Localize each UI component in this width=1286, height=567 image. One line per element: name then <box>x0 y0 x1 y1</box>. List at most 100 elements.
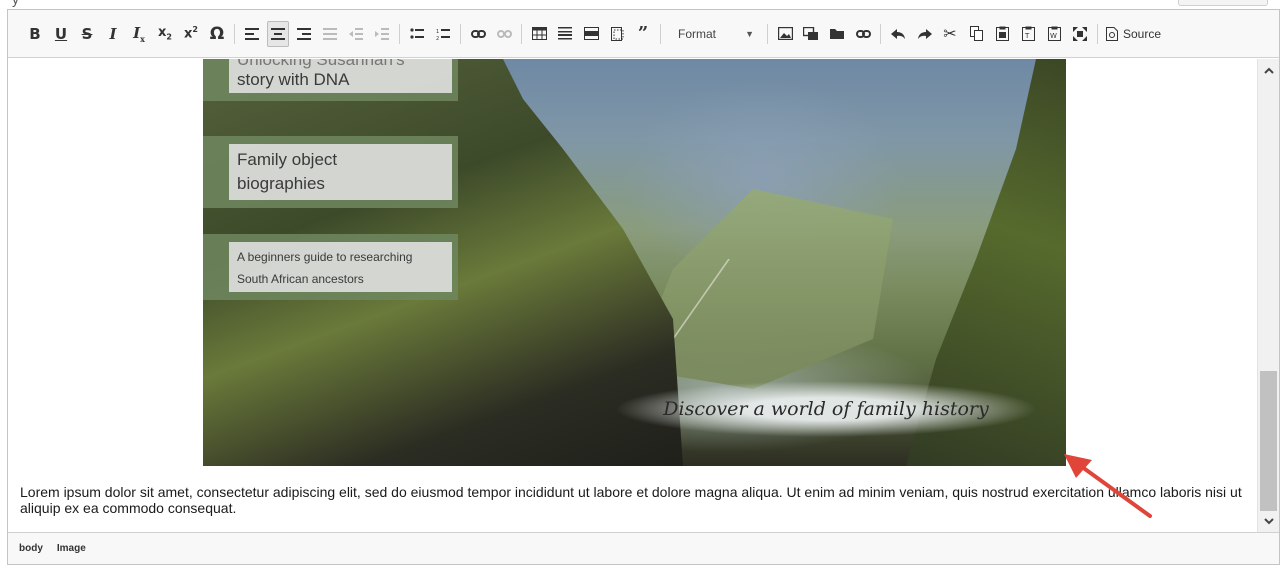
svg-text:2: 2 <box>436 36 439 40</box>
format-dropdown-label: Format <box>678 26 717 41</box>
toolbar-separator <box>660 23 661 44</box>
subscript-button[interactable]: x2 <box>154 21 176 47</box>
bold-button[interactable]: B <box>24 21 46 47</box>
align-center-button[interactable] <box>267 20 289 47</box>
strikethrough-icon: S <box>81 24 93 43</box>
undo-button[interactable] <box>887 21 909 47</box>
align-center-icon <box>271 27 285 40</box>
image-properties-button[interactable] <box>800 21 822 47</box>
image-nav-text: Unlocking Susannah's <box>237 59 405 69</box>
editor-content-area[interactable]: Unlocking Susannah's story with DNA Fami… <box>8 59 1257 532</box>
link-icon <box>470 29 486 38</box>
format-dropdown[interactable]: Format ▼ <box>668 22 760 46</box>
svg-text:1: 1 <box>436 29 439 35</box>
copy-button[interactable] <box>965 21 987 47</box>
image-tagline: Discover a world of family history <box>611 379 1041 439</box>
horizontal-line-icon <box>558 27 572 40</box>
strikethrough-button[interactable]: S <box>76 21 98 47</box>
indent-button[interactable] <box>371 21 393 47</box>
div-container-icon <box>583 27 599 40</box>
source-icon <box>1106 26 1118 41</box>
editor-scrollbar[interactable] <box>1257 59 1279 532</box>
image-properties-icon <box>803 26 818 40</box>
rich-text-editor: B U S I Ix x2 x2 Ω 12 ” Format ▼ ✂ T W S… <box>7 9 1280 565</box>
div-container-button[interactable] <box>580 21 602 47</box>
header-label-fragment: y <box>12 0 19 7</box>
embed-button[interactable] <box>852 21 874 47</box>
embedded-banner-image[interactable]: Unlocking Susannah's story with DNA Fami… <box>203 59 1066 466</box>
unlink-icon <box>496 29 512 38</box>
toolbar-separator <box>1097 23 1098 44</box>
image-icon <box>777 27 793 40</box>
justify-icon <box>323 27 337 40</box>
element-path-bar: body Image <box>8 532 1279 564</box>
header-button-fragment[interactable] <box>1178 0 1268 6</box>
numbered-list-button[interactable]: 12 <box>432 21 454 47</box>
paste-text-button[interactable]: T <box>1017 21 1039 47</box>
table-button[interactable] <box>528 21 550 47</box>
iframe-button[interactable] <box>606 21 628 47</box>
cut-icon: ✂ <box>943 24 957 43</box>
path-item-body[interactable]: body <box>16 541 46 556</box>
toolbar-separator <box>521 23 522 44</box>
paste-word-button[interactable]: W <box>1043 21 1065 47</box>
maximize-icon <box>1073 26 1087 41</box>
body-paragraph[interactable]: Lorem ipsum dolor sit amet, consectetur … <box>20 484 1245 516</box>
image-nav-text: A beginners guide to researching <box>237 250 413 264</box>
bulleted-list-button[interactable] <box>406 21 428 47</box>
image-nav-text: South African ancestors <box>237 272 364 286</box>
copy-icon <box>969 26 983 41</box>
maximize-button[interactable] <box>1069 21 1091 47</box>
superscript-icon: x2 <box>184 25 198 42</box>
source-button-label: Source <box>1123 26 1162 41</box>
paste-word-icon: W <box>1047 26 1061 41</box>
media-icon <box>830 29 844 39</box>
page-header-fragment: y <box>0 0 1286 9</box>
align-right-button[interactable] <box>293 21 315 47</box>
paste-text-icon: T <box>1021 26 1035 41</box>
scrollbar-thumb[interactable] <box>1260 371 1277 511</box>
superscript-button[interactable]: x2 <box>180 21 202 47</box>
paste-icon <box>995 26 1009 41</box>
toolbar-separator <box>767 23 768 44</box>
image-nav-item: Family object biographies <box>203 136 458 208</box>
redo-icon <box>917 28 932 39</box>
align-left-button[interactable] <box>241 21 263 47</box>
image-nav-item: A beginners guide to researching South A… <box>203 234 458 300</box>
indent-icon <box>375 27 389 40</box>
media-button[interactable] <box>826 21 848 47</box>
image-nav-item: Unlocking Susannah's story with DNA <box>203 59 458 101</box>
toolbar-separator <box>460 23 461 44</box>
italic-button[interactable]: I <box>102 21 124 47</box>
underline-button[interactable]: U <box>50 21 72 47</box>
blockquote-button[interactable]: ” <box>632 21 654 47</box>
outdent-icon <box>349 27 363 40</box>
align-left-icon <box>245 27 259 40</box>
svg-text:W: W <box>1050 32 1057 40</box>
redo-button[interactable] <box>913 21 935 47</box>
toolbar-separator <box>880 23 881 44</box>
scroll-up-button[interactable] <box>1258 61 1279 79</box>
numbered-list-icon: 12 <box>436 28 450 40</box>
outdent-button[interactable] <box>345 21 367 47</box>
svg-text:T: T <box>1024 32 1030 40</box>
underline-icon: U <box>54 24 68 43</box>
justify-button[interactable] <box>319 21 341 47</box>
path-item-image[interactable]: Image <box>54 541 89 556</box>
bold-icon: B <box>29 24 41 43</box>
iframe-icon <box>610 26 623 41</box>
remove-format-button[interactable]: Ix <box>128 21 150 47</box>
horizontal-line-button[interactable] <box>554 21 576 47</box>
special-char-icon: Ω <box>209 23 225 44</box>
link-button[interactable] <box>467 21 489 47</box>
special-char-button[interactable]: Ω <box>206 21 228 47</box>
paste-button[interactable] <box>991 21 1013 47</box>
toolbar-separator <box>399 23 400 44</box>
scroll-down-button[interactable] <box>1258 512 1279 530</box>
unlink-button[interactable] <box>493 21 515 47</box>
toolbar-separator <box>234 23 235 44</box>
image-button[interactable] <box>774 21 796 47</box>
cut-button[interactable]: ✂ <box>939 21 961 47</box>
remove-format-icon: Ix <box>133 23 145 44</box>
source-button[interactable]: Source <box>1102 21 1165 47</box>
